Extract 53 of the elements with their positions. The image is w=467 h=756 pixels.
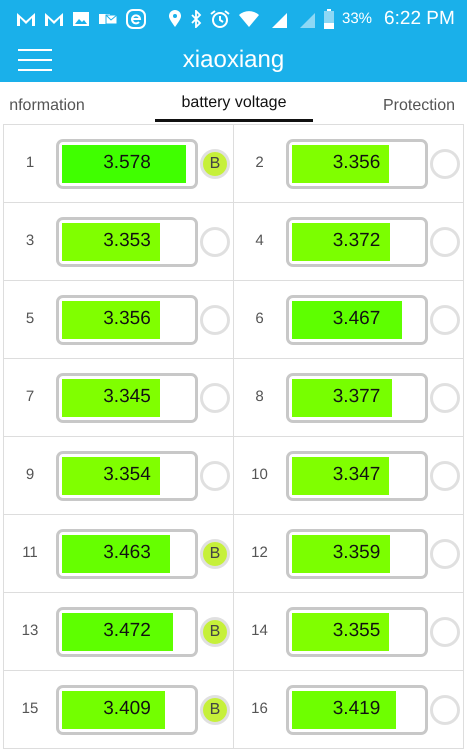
tab[interactable]: nformation [0, 82, 96, 122]
battery-icon [324, 9, 334, 29]
cell-number: 12 [250, 543, 269, 564]
cell-number: 15 [20, 699, 40, 720]
battery-percent: 33% [342, 8, 372, 29]
balance-badge: B [200, 616, 230, 646]
cell-voltage: 3.354 [102, 463, 152, 488]
cell-number: 4 [254, 231, 265, 252]
alarm-clock-icon [210, 9, 230, 29]
app-title: xiaoxiang [182, 45, 284, 75]
cell-number: 13 [20, 621, 40, 642]
cell-number: 3 [24, 231, 36, 252]
cell-voltage: 3.372 [332, 229, 382, 254]
tab[interactable]: Protection [374, 82, 464, 122]
mail-icon [16, 11, 36, 27]
cell-number: 5 [24, 309, 36, 330]
cell-voltage: 3.356 [332, 151, 382, 176]
tab[interactable]: battery voltage [155, 82, 313, 122]
cell-number: 1 [24, 153, 36, 174]
cell-number: 16 [250, 699, 269, 720]
cell-voltage: 3.355 [332, 619, 382, 644]
envelope-icon [98, 11, 118, 27]
cell-voltage: 3.419 [332, 697, 382, 722]
balance-badge: B [200, 148, 230, 178]
location-pin-icon [168, 10, 182, 28]
clock-time: 6:22 PM [384, 6, 455, 31]
cell-voltage: 3.463 [102, 541, 152, 566]
image-icon [72, 11, 90, 27]
wifi-icon [238, 10, 260, 28]
cell-number: 10 [250, 465, 269, 486]
balance-badge: B [200, 694, 230, 724]
balance-badge: B [200, 538, 230, 568]
cell-number: 2 [254, 153, 265, 174]
cell-voltage: 3.356 [102, 307, 152, 332]
circle-e-icon [126, 9, 146, 29]
cell-voltage: 3.409 [102, 697, 152, 722]
mail-icon [44, 11, 64, 27]
cell-number: 14 [250, 621, 269, 642]
cell-number: 6 [254, 309, 265, 330]
cell-voltage: 3.353 [102, 229, 152, 254]
cell-number: 9 [24, 465, 36, 486]
cell-number: 8 [254, 387, 265, 408]
cell-voltage: 3.467 [332, 307, 382, 332]
cell-number: 7 [24, 387, 36, 408]
bluetooth-icon [190, 10, 202, 28]
cell-voltage: 3.472 [102, 619, 152, 644]
cell-voltage: 3.345 [102, 385, 152, 410]
menu-button[interactable] [18, 48, 52, 72]
cell-number: 11 [21, 543, 39, 564]
cell-voltage: 3.578 [102, 151, 152, 176]
cell-voltage: 3.347 [332, 463, 382, 488]
cell-voltage: 3.359 [332, 541, 382, 566]
cell-voltage: 3.377 [332, 385, 382, 410]
